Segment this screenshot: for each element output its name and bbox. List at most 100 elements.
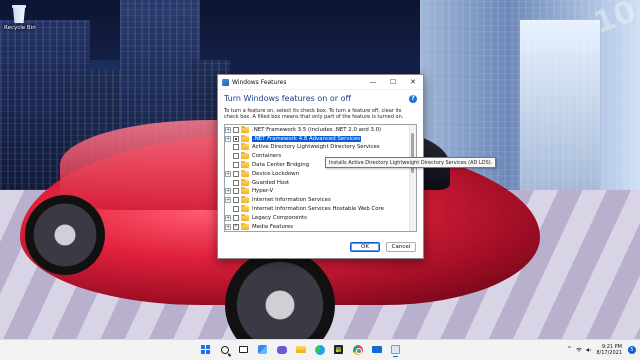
feature-tooltip: Installs Active Directory Lightweight Di… [325,157,497,168]
feature-checkbox[interactable] [233,144,239,151]
chrome-button[interactable] [350,342,365,357]
expand-icon[interactable]: + [225,197,231,204]
folder-icon [241,178,249,186]
notification-badge[interactable]: 5 [628,346,636,354]
folder-icon [295,346,306,353]
feature-checkbox[interactable] [233,170,239,177]
chat-icon [276,345,287,354]
close-button[interactable]: ✕ [403,75,423,89]
feature-label: .NET Framework 4.8 Advanced Services [250,134,363,143]
feature-row[interactable]: + .NET Framework 4.8 Advanced Services [225,134,416,143]
desktop-icon-label: Recycle Bin [4,25,36,31]
feature-label: Internet Information Services [252,197,331,204]
expand-icon[interactable]: + [225,188,231,195]
widgets-button[interactable] [255,342,270,357]
feature-row[interactable]: + Legacy Components [225,213,416,222]
folder-icon [241,213,249,221]
feature-label: Hyper-V [252,188,274,195]
network-icon[interactable] [576,347,583,353]
folder-icon [241,169,249,177]
feature-checkbox[interactable] [233,188,239,195]
feature-row[interactable]: Active Directory Lightweight Directory S… [225,143,416,152]
taskbar: ^ 9:21 PM 8/17/2021 5 [0,339,640,360]
folder-icon [241,125,249,133]
feature-checkbox[interactable] [233,214,239,221]
maximize-button[interactable]: ☐ [383,75,403,89]
feature-tree[interactable]: + .NET Framework 3.5 (includes .NET 2.0 a… [224,124,417,233]
feature-label: Containers [252,153,282,160]
feature-checkbox[interactable] [233,153,239,160]
cancel-button[interactable]: Cancel [386,242,416,252]
wallpaper-car-wheel [25,195,105,275]
feature-label: Data Center Bridging [252,161,310,168]
widgets-icon [258,345,267,354]
search-button[interactable] [217,342,232,357]
expand-icon[interactable]: + [225,135,231,142]
expand-icon[interactable]: + [225,126,231,133]
feature-row[interactable]: + Internet Information Services [225,196,416,205]
expand-icon[interactable]: + [225,214,231,221]
feature-checkbox[interactable] [233,135,239,142]
file-explorer-button[interactable] [293,342,308,357]
feature-checkbox[interactable] [233,197,239,204]
feature-row[interactable]: + .NET Framework 3.5 (includes .NET 2.0 a… [225,125,416,134]
dialog-titlebar[interactable]: Windows Features — ☐ ✕ [218,75,423,90]
windows-features-icon [222,78,229,86]
feature-row[interactable]: + Media Features [225,222,416,231]
dialog-title: Windows Features [232,78,287,86]
dialog-heading: Turn Windows features on or off [224,94,351,103]
folder-icon [241,196,249,204]
task-view-button[interactable] [236,342,251,357]
feature-checkbox[interactable] [233,223,239,230]
store-button[interactable] [331,342,346,357]
expand-icon[interactable]: + [225,170,231,177]
search-icon [220,345,229,354]
task-view-icon [239,346,248,353]
feature-label: .NET Framework 3.5 (includes .NET 2.0 an… [252,126,382,133]
clock-date: 8/17/2021 [596,350,622,356]
mail-button[interactable] [369,342,384,357]
mail-icon [371,346,382,353]
feature-label: Media Features [252,223,294,230]
expand-icon[interactable]: + [225,223,231,230]
feature-label: Device Lockdown [252,170,299,177]
feature-row[interactable]: + Hyper-V [225,187,416,196]
help-icon[interactable]: ? [409,94,417,103]
windows-features-button[interactable] [388,342,403,357]
feature-row[interactable]: Guarded Host [225,178,416,187]
volume-icon[interactable] [586,347,592,353]
folder-icon [241,134,249,142]
windows-start-icon [201,345,210,354]
feature-checkbox[interactable] [233,161,239,168]
system-tray: ^ 9:21 PM 8/17/2021 5 [566,341,636,359]
start-button[interactable] [198,342,213,357]
feature-row[interactable]: Internet Information Services Hostable W… [225,204,416,214]
windows-features-icon [391,345,400,354]
minimize-button[interactable]: — [363,75,383,89]
feature-row[interactable]: + Device Lockdown [225,169,416,178]
desktop-icon-recycle-bin[interactable]: Recycle Bin [4,5,36,31]
taskbar-apps [198,342,403,357]
feature-checkbox[interactable] [233,205,239,212]
folder-icon [241,152,249,160]
chrome-icon [352,344,363,355]
folder-icon [241,143,249,151]
folder-icon [241,204,249,212]
feature-checkbox[interactable] [233,126,239,133]
feature-label: Active Directory Lightweight Directory S… [252,144,380,151]
edge-button[interactable] [312,342,327,357]
store-icon [334,345,343,354]
taskbar-clock[interactable]: 9:21 PM 8/17/2021 [596,344,622,357]
tree-scrollbar[interactable] [409,125,416,232]
edge-icon [314,344,325,355]
tray-chevron-icon[interactable]: ^ [566,347,572,353]
ok-button[interactable]: OK [350,242,380,252]
feature-checkbox[interactable] [233,179,239,186]
folder-icon [241,187,249,195]
chat-button[interactable] [274,342,289,357]
